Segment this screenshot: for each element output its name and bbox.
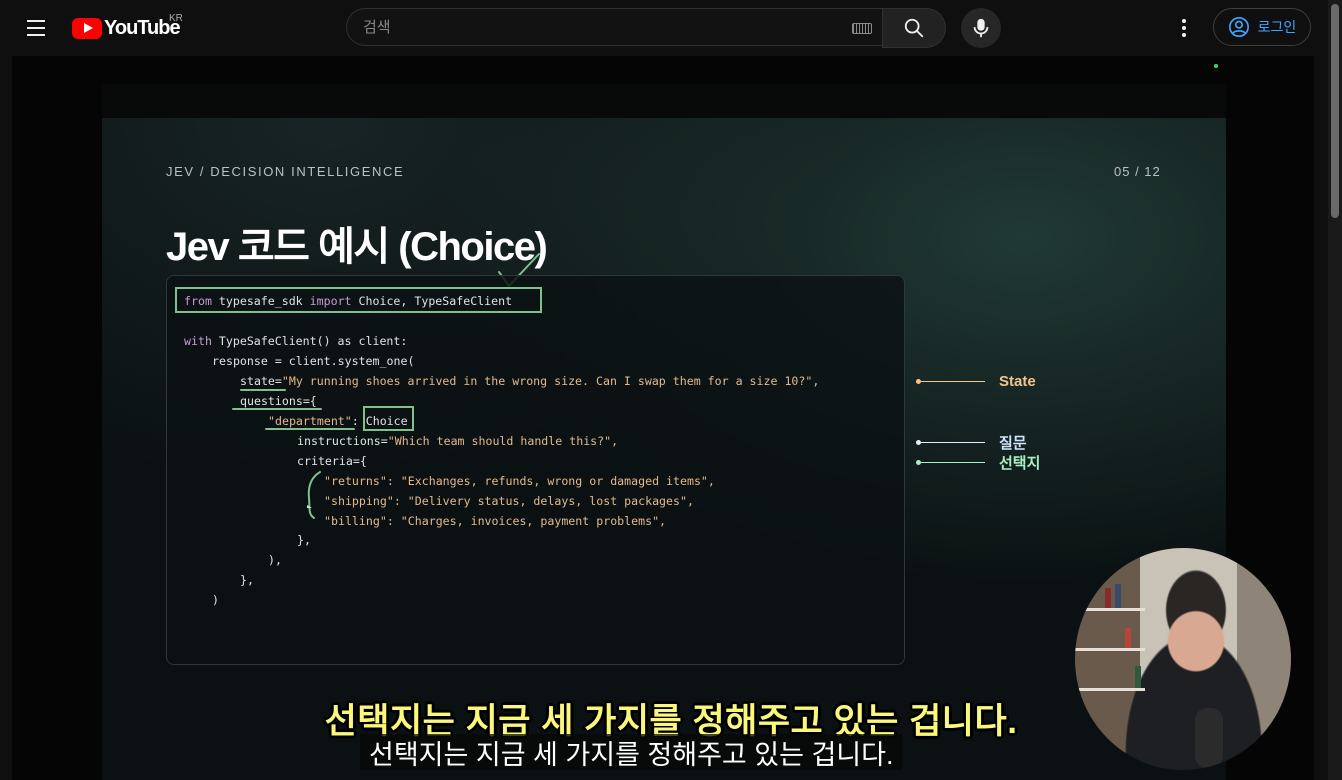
legend-label: 선택지 xyxy=(999,455,1041,472)
code-line: "returns": "Exchanges, refunds, wrong or… xyxy=(324,474,715,488)
code-line: questions={ xyxy=(240,394,317,408)
hamburger-icon-bar xyxy=(27,34,45,36)
code-line: instructions="Which team should handle t… xyxy=(297,434,619,448)
scroll-thumb[interactable] xyxy=(1331,4,1339,218)
import-highlight-box xyxy=(175,287,542,313)
legend-choice: 선택지 xyxy=(916,452,1040,473)
code-line: state="My running shoes arrived in the w… xyxy=(240,374,820,388)
masthead: YouTube KR 로그인 xyxy=(0,0,1342,56)
closed-caption: 선택지는 지금 세 가지를 정해주고 있는 겁니다. xyxy=(360,734,903,770)
bookshelf xyxy=(1075,608,1145,611)
account-icon xyxy=(1228,17,1249,37)
book xyxy=(1115,584,1121,608)
slide-title: Jev 코드 예시 (Choice) xyxy=(166,225,548,269)
book xyxy=(1125,628,1131,648)
voice-search-button[interactable] xyxy=(961,8,1001,48)
legend-line xyxy=(921,380,985,383)
page-scrollbar[interactable] xyxy=(1328,0,1342,780)
code-line: criteria={ xyxy=(297,454,367,468)
keyboard-icon[interactable] xyxy=(852,23,872,34)
search-icon xyxy=(904,18,924,38)
dot-icon xyxy=(1182,33,1186,37)
play-logo-icon xyxy=(72,17,102,39)
legend-state: State xyxy=(916,373,1036,390)
state-underline xyxy=(240,389,286,391)
search-box xyxy=(346,8,946,48)
microphone-icon xyxy=(973,18,989,38)
indicator-dot xyxy=(1214,64,1218,68)
book xyxy=(1135,666,1141,688)
sign-in-button[interactable]: 로그인 xyxy=(1213,8,1311,46)
sign-in-label: 로그인 xyxy=(1257,19,1297,35)
search-button[interactable] xyxy=(882,8,946,48)
code-line: ) xyxy=(212,593,219,607)
bracket-annotation-icon xyxy=(307,471,321,519)
bookshelf xyxy=(1075,648,1145,651)
mouse-cursor-icon xyxy=(307,505,312,508)
code-line: with TypeSafeClient() as client: xyxy=(184,334,408,348)
code-line: "billing": "Charges, invoices, payment p… xyxy=(324,514,667,528)
guide-menu-button[interactable] xyxy=(20,12,52,44)
questions-underline xyxy=(232,408,322,410)
code-line: "shipping": "Delivery status, delays, lo… xyxy=(324,494,694,508)
department-underline xyxy=(265,428,355,430)
code-line: }, xyxy=(297,533,311,547)
legend-question: 질문 xyxy=(916,432,1027,453)
search-input[interactable] xyxy=(346,8,882,46)
code-line: ), xyxy=(268,553,282,567)
settings-more-button[interactable] xyxy=(1172,12,1196,44)
dot-icon xyxy=(1182,26,1186,30)
code-line: response = client.system_one( xyxy=(212,354,415,368)
hamburger-icon-bar xyxy=(27,27,45,29)
slide-kicker: JEV / DECISION INTELLIGENCE xyxy=(166,164,405,179)
slide-page-number: 05 / 12 xyxy=(1114,164,1161,179)
dot-icon xyxy=(1182,19,1186,23)
country-code: KR xyxy=(169,13,183,24)
hamburger-icon xyxy=(27,20,45,22)
legend-line xyxy=(921,441,985,444)
book xyxy=(1105,588,1111,608)
legend-label: State xyxy=(999,373,1036,390)
code-line: }, xyxy=(240,573,254,587)
bookshelf xyxy=(1075,688,1145,691)
legend-line xyxy=(921,461,985,464)
legend-label: 질문 xyxy=(999,435,1027,452)
youtube-logo[interactable]: YouTube xyxy=(72,16,181,40)
choice-highlight-box xyxy=(363,406,414,431)
